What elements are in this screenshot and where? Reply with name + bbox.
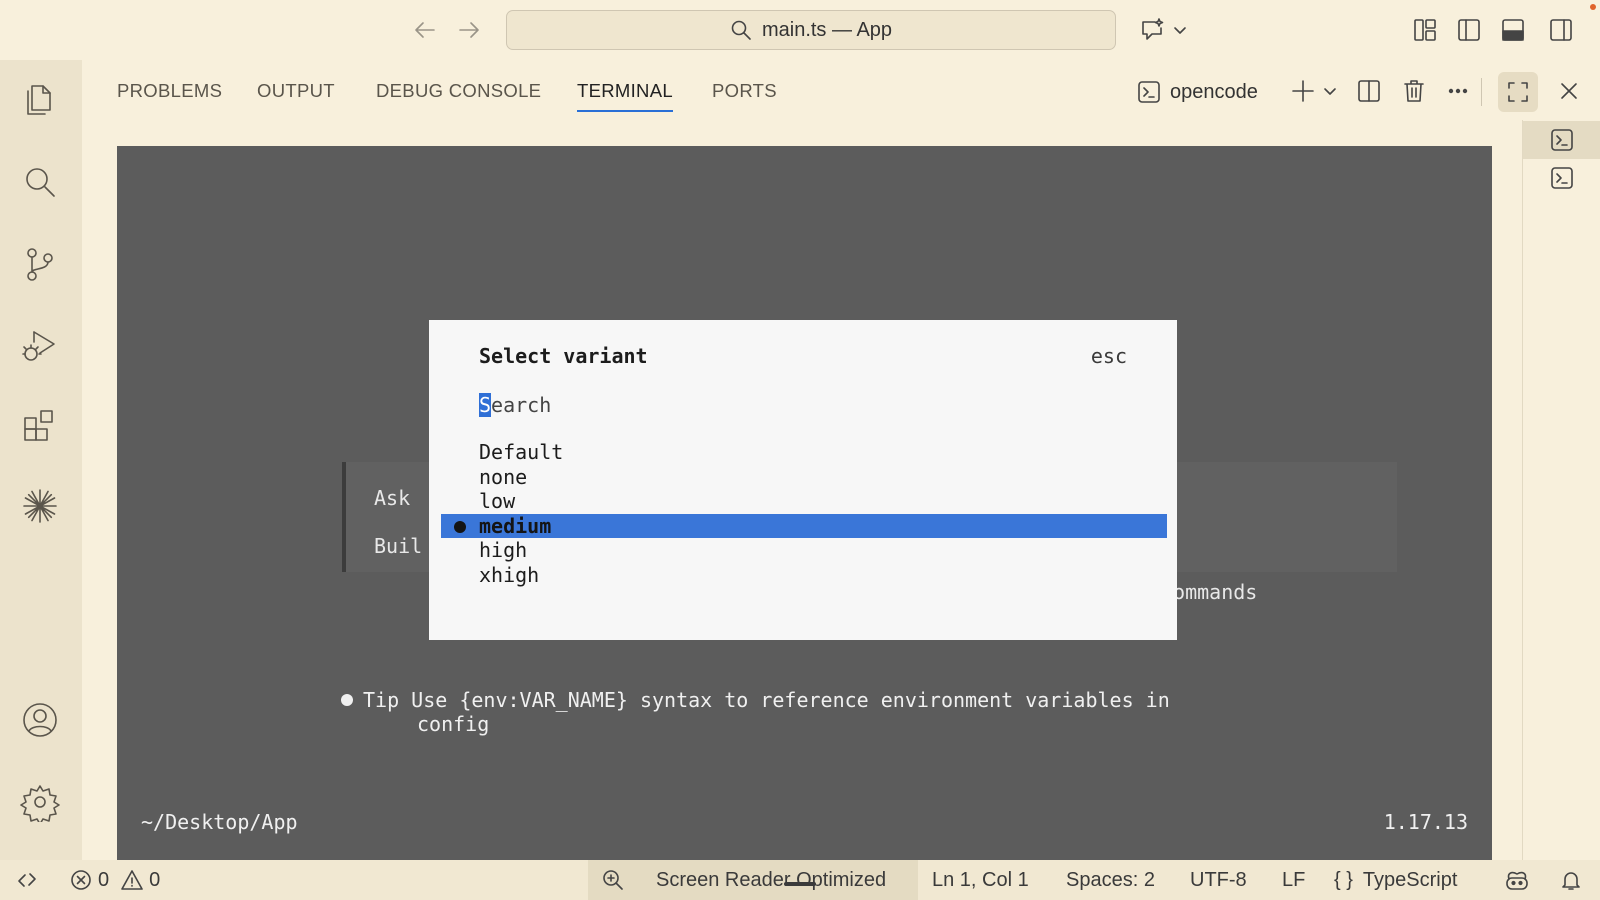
warning-count: 0 <box>149 868 161 891</box>
remote-icon <box>16 869 38 891</box>
search-icon <box>730 19 752 41</box>
terminal-name[interactable]: opencode <box>1136 76 1258 108</box>
tip-line-continued: config <box>417 712 490 736</box>
indentation[interactable]: Spaces: 2 <box>1066 860 1155 900</box>
end-of-line[interactable]: LF <box>1282 860 1305 900</box>
terminal-view[interactable]: Ask Buil commands Tip Use {env:VAR_NAME}… <box>117 146 1492 860</box>
bell-icon <box>1560 869 1582 891</box>
terminal-icon <box>1136 79 1162 105</box>
tab-output[interactable]: OUTPUT <box>257 80 335 110</box>
account-icon[interactable] <box>20 700 60 740</box>
selected-dot-icon <box>454 520 466 533</box>
new-terminal-plus-icon[interactable] <box>1290 78 1316 104</box>
tip-line: Tip Use {env:VAR_NAME} syntax to referen… <box>341 688 1261 712</box>
dialog-title: Select variant <box>479 344 648 368</box>
toggle-secondary-sidebar-icon[interactable] <box>1548 17 1574 43</box>
chat-sparkle-icon[interactable] <box>1138 16 1166 44</box>
run-debug-icon[interactable] <box>20 326 60 366</box>
title-bar: main.ts — App <box>0 0 1600 60</box>
more-actions-icon[interactable] <box>1445 78 1471 104</box>
cursor-position[interactable]: Ln 1, Col 1 <box>932 860 1029 900</box>
bullet-icon <box>341 694 353 706</box>
close-icon[interactable] <box>1556 78 1582 104</box>
zoom-in-icon <box>602 869 624 891</box>
dialog-esc-hint[interactable]: esc <box>1091 344 1127 368</box>
activity-bar <box>0 60 82 860</box>
tab-debug-console[interactable]: DEBUG CONSOLE <box>376 80 541 110</box>
language-label: TypeScript <box>1362 868 1458 891</box>
bg-line-ask: Ask <box>374 486 411 510</box>
variant-list: Default none low medium high xhigh <box>441 440 1167 588</box>
zoom-indicator[interactable] <box>602 860 624 900</box>
select-variant-dialog: Select variant esc Search Default none l… <box>429 320 1177 640</box>
variant-option-high[interactable]: high <box>441 538 1167 563</box>
language-braces-icon: { } <box>1334 868 1353 891</box>
variant-option-low[interactable]: low <box>441 489 1167 514</box>
toolbar-divider <box>1481 78 1482 106</box>
error-count: 0 <box>98 868 110 891</box>
warning-icon <box>121 869 143 891</box>
command-center[interactable]: main.ts — App <box>506 10 1116 50</box>
copilot-icon <box>1504 867 1530 893</box>
copilot-status[interactable] <box>1504 860 1530 900</box>
error-icon <box>70 869 92 891</box>
explorer-icon[interactable] <box>20 80 60 120</box>
toggle-primary-sidebar-icon[interactable] <box>1456 17 1482 43</box>
tab-problems[interactable]: PROBLEMS <box>117 80 222 110</box>
notifications[interactable] <box>1560 860 1582 900</box>
terminal-icon <box>1549 127 1575 153</box>
bg-line-build: Buil <box>374 534 423 558</box>
variant-search-input[interactable]: Search <box>479 393 551 417</box>
settings-gear-icon[interactable] <box>20 782 60 822</box>
remote-indicator[interactable] <box>16 860 38 900</box>
toggle-panel-icon[interactable] <box>1500 17 1526 43</box>
terminal-icon <box>1549 165 1575 191</box>
customize-layout-icon[interactable] <box>1412 17 1438 43</box>
tab-ports[interactable]: PORTS <box>712 80 777 110</box>
text-cursor: S <box>479 393 492 417</box>
terminal-list-item-1[interactable] <box>1523 121 1600 159</box>
source-control-icon[interactable] <box>20 244 60 284</box>
trash-icon[interactable] <box>1401 78 1427 104</box>
maximize-icon <box>1506 80 1530 104</box>
variant-option-default[interactable]: Default <box>441 440 1167 465</box>
maximize-panel-button[interactable] <box>1498 72 1538 112</box>
chevron-down-icon[interactable] <box>1172 22 1188 38</box>
status-bar: 0 0 Screen Reader Optimized Ln 1, Col 1 … <box>0 860 1600 900</box>
panel-tabs: PROBLEMS OUTPUT DEBUG CONSOLE TERMINAL P… <box>82 60 1082 126</box>
working-directory: ~/Desktop/App <box>141 810 298 834</box>
arrow-right-icon[interactable] <box>456 18 482 42</box>
extensions-icon[interactable] <box>20 406 60 446</box>
arrow-left-icon[interactable] <box>412 18 438 42</box>
terminal-tabs-list <box>1522 120 1600 860</box>
variant-option-xhigh[interactable]: xhigh <box>441 563 1167 588</box>
command-center-label: main.ts — App <box>761 18 893 41</box>
split-terminal-icon[interactable] <box>1356 78 1382 104</box>
encoding[interactable]: UTF-8 <box>1190 860 1247 900</box>
version-label: 1.17.13 <box>1383 810 1468 834</box>
problems-indicator[interactable]: 0 0 <box>70 860 160 900</box>
bottom-panel: PROBLEMS OUTPUT DEBUG CONSOLE TERMINAL P… <box>82 60 1600 860</box>
sparkle-icon[interactable] <box>20 486 60 526</box>
terminal-list-item-2[interactable] <box>1523 159 1600 197</box>
update-indicator <box>1590 4 1596 10</box>
variant-option-none[interactable]: none <box>441 465 1167 490</box>
tab-terminal[interactable]: TERMINAL <box>577 80 673 112</box>
chevron-down-icon[interactable] <box>1322 78 1338 104</box>
language-mode[interactable]: { } TypeScript <box>1334 860 1457 900</box>
terminal-name-label: opencode <box>1170 80 1258 103</box>
search-icon[interactable] <box>20 162 60 202</box>
variant-option-medium[interactable]: medium <box>441 513 1167 539</box>
screen-reader-underline <box>784 882 816 886</box>
screen-reader-mode[interactable]: Screen Reader Optimized <box>656 860 886 900</box>
